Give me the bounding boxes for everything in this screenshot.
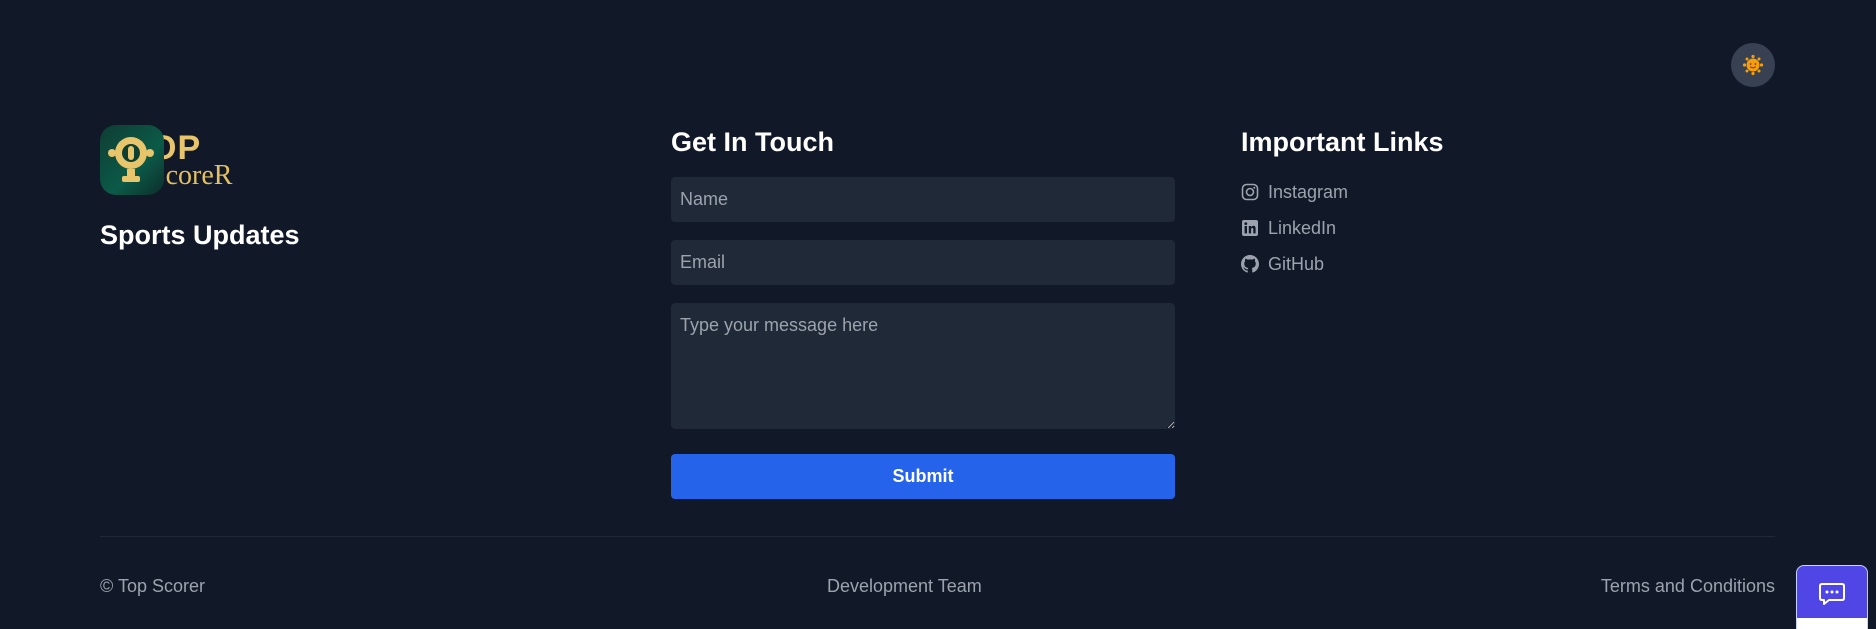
instagram-icon bbox=[1241, 183, 1259, 201]
chat-button[interactable] bbox=[1796, 565, 1868, 629]
message-textarea[interactable] bbox=[671, 303, 1175, 429]
trophy-logo-icon bbox=[100, 125, 164, 195]
link-instagram[interactable]: Instagram bbox=[1241, 174, 1444, 210]
footer-divider bbox=[100, 536, 1775, 537]
link-linkedin[interactable]: LinkedIn bbox=[1241, 210, 1444, 246]
name-input[interactable] bbox=[671, 177, 1175, 222]
link-github[interactable]: GitHub bbox=[1241, 246, 1444, 282]
logo[interactable]: OP ScoreR bbox=[100, 124, 242, 196]
link-label: LinkedIn bbox=[1268, 217, 1337, 238]
linkedin-icon bbox=[1241, 219, 1259, 237]
chat-bubble-icon bbox=[1819, 583, 1845, 605]
links-title: Important Links bbox=[1241, 127, 1444, 157]
terms-link[interactable]: Terms and Conditions bbox=[1601, 576, 1775, 597]
links-column: Important Links Instagram LinkedIn GitHu… bbox=[1241, 127, 1444, 282]
footer-page: OP ScoreR Sports Updates Get In Touch Su… bbox=[0, 0, 1876, 629]
brand-column: OP ScoreR Sports Updates bbox=[100, 124, 300, 251]
link-label: GitHub bbox=[1268, 253, 1325, 274]
copyright-text: © Top Scorer bbox=[100, 576, 205, 596]
contact-form: Get In Touch Submit bbox=[671, 127, 1175, 499]
development-team-link[interactable]: Development Team bbox=[827, 576, 982, 597]
theme-toggle-button[interactable] bbox=[1731, 43, 1775, 87]
brand-tagline: Sports Updates bbox=[100, 220, 300, 250]
submit-button[interactable]: Submit bbox=[671, 454, 1175, 499]
contact-title: Get In Touch bbox=[671, 127, 834, 157]
link-label: Instagram bbox=[1268, 181, 1349, 202]
link-list: Instagram LinkedIn GitHub bbox=[1241, 174, 1444, 282]
email-input[interactable] bbox=[671, 240, 1175, 285]
chat-button-strip bbox=[1797, 618, 1867, 629]
sun-emoji-icon bbox=[1742, 54, 1764, 76]
github-icon bbox=[1241, 255, 1259, 273]
